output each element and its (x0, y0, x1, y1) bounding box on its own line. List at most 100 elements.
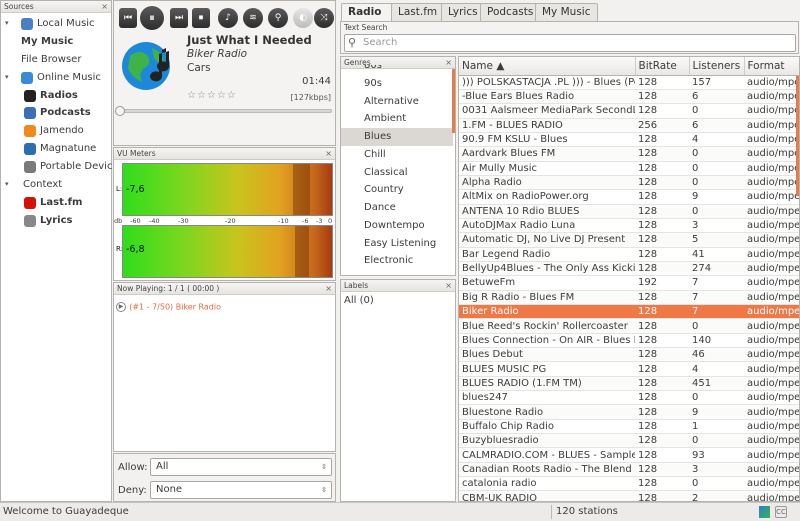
genre-item[interactable]: Classical (341, 164, 453, 182)
genres-scrollbar[interactable] (452, 69, 455, 133)
sidebar-item-my-music[interactable]: My Music (1, 33, 111, 51)
table-cell: audio/mpeg (744, 404, 799, 420)
table-row[interactable]: Buffalo Chip Radio1281audio/mpeg (459, 419, 799, 435)
table-row[interactable]: Blues Debut12846audio/mpeg (459, 347, 799, 363)
equalizer-button[interactable]: ≋ (243, 8, 263, 28)
table-row[interactable]: BellyUp4Blues - The Only Ass Kicking B12… (459, 261, 799, 277)
smart-play-button[interactable]: ♪ (218, 8, 238, 28)
genre-item[interactable]: Electronic (341, 252, 453, 270)
table-row[interactable]: Blue Reed's Rockin' Rollercoaster 128 0 aud… (459, 318, 799, 334)
table-row[interactable]: BetuweFm1927audio/mpeg (459, 275, 799, 291)
table-cell: 128 (635, 232, 689, 248)
table-row[interactable]: Aardvark Blues FM1280audio/mpeg (459, 146, 799, 162)
sidebar-item-file-browser[interactable]: File Browser (1, 51, 111, 69)
rating-stars[interactable]: ☆☆☆☆☆ (187, 90, 237, 101)
magnatune-icon (24, 143, 36, 156)
tab-lyrics[interactable]: Lyrics (441, 3, 485, 21)
next-track-button[interactable]: ⏭ (170, 8, 188, 28)
genre-item[interactable]: Dance (341, 199, 453, 217)
column-header[interactable]: Format (744, 57, 799, 76)
table-cell: 90.9 FM KSLU - Blues (459, 132, 635, 148)
table-row[interactable]: Bar Legend Radio12841audio/mpeg (459, 247, 799, 262)
table-row[interactable]: 90.9 FM KSLU - Blues1284audio/mpeg (459, 132, 799, 148)
sidebar-item-podcasts[interactable]: Podcasts (1, 104, 111, 122)
allow-combo[interactable]: All ⇳ (150, 458, 332, 476)
table-row[interactable]: blues2471280audio/mpeg (459, 390, 799, 406)
close-icon[interactable]: × (445, 280, 452, 292)
genre-item[interactable]: 80s (341, 65, 453, 75)
table-row[interactable]: catalonia radio1280audio/mpeg (459, 476, 799, 492)
text-search-title: Text Search (344, 23, 388, 32)
table-row[interactable]: 0031 Aalsmeer MediaPark SecondLife 128 0 au… (459, 103, 799, 119)
expander-arrow-icon[interactable]: ▾ (5, 176, 13, 194)
genre-item[interactable]: Easy Listening (341, 235, 453, 253)
seek-handle[interactable] (115, 106, 125, 116)
tab-label: Podcasts (487, 6, 534, 18)
table-row[interactable]: -Blue Ears Blues Radio1286audio/mpeg (459, 89, 799, 105)
table-row[interactable]: BLUES RADIO (1.FM TM)128451audio/mpeg (459, 376, 799, 392)
sidebar-item-radios[interactable]: Radios (1, 87, 111, 105)
tab-podcasts[interactable]: Podcasts (480, 3, 541, 21)
sidebar-item-jamendo[interactable]: Jamendo (1, 122, 111, 140)
close-icon[interactable]: × (325, 283, 332, 295)
column-header[interactable]: BitRate (635, 57, 690, 76)
stop-button[interactable]: ⏹ (192, 8, 210, 28)
sidebar-item-lyrics[interactable]: Lyrics (1, 212, 111, 230)
genre-item[interactable]: Downtempo (341, 217, 453, 235)
table-cell: audio/mpeg (744, 218, 799, 234)
table-row[interactable]: Canadian Roots Radio - The Blend 128 3 audi… (459, 462, 799, 478)
search-button[interactable]: ⚲ (268, 8, 288, 28)
playlist-item[interactable]: ▶ (#1 - 7/50) Biker Radio (116, 302, 221, 314)
sidebar-item-online-music[interactable]: ▾ Online Music (1, 69, 111, 87)
track-album[interactable]: Cars (187, 62, 211, 74)
stations-scrollbar[interactable] (796, 76, 799, 196)
table-row[interactable]: AutoDJMax Radio Luna1283audio/mpeg (459, 218, 799, 234)
table-row[interactable]: ))) POLSKASTACJA .PL ))) - Blues (Pols 12… (459, 75, 799, 90)
table-row[interactable]: CBM-UK RADIO1282audio/mpeg (459, 490, 799, 501)
deny-combo[interactable]: None ⇳ (150, 481, 332, 499)
label-item-all[interactable]: All (0) (341, 292, 455, 306)
table-row[interactable]: BLUES MUSIC PG1284audio/mpeg (459, 361, 799, 377)
genre-item[interactable]: Ambient (341, 110, 453, 128)
table-row[interactable]: Big R Radio - Blues FM1287audio/mpeg (459, 290, 799, 306)
table-row[interactable]: AltMix on RadioPower.org1289audio/mpeg (459, 189, 799, 205)
column-header[interactable]: Name ▲ (459, 57, 636, 76)
previous-track-button[interactable]: ⏮ (119, 8, 137, 28)
seek-slider[interactable] (115, 106, 332, 116)
sidebar-item-local-music[interactable]: ▾ Local Music (1, 15, 111, 33)
track-artist[interactable]: Biker Radio (187, 48, 247, 60)
close-icon[interactable]: × (325, 148, 332, 160)
pause-button[interactable]: ⏸ (140, 6, 164, 30)
table-row[interactable]: Automatic DJ, No Live DJ Present 128 5 audi… (459, 232, 799, 248)
table-row[interactable]: 1.FM - BLUES RADIO2566audio/mpeg (459, 118, 799, 133)
table-row[interactable]: ANTENA 10 Rdio BLUES1280audio/mpeg (459, 204, 799, 219)
table-cell: 0 (689, 175, 744, 191)
expander-arrow-icon[interactable]: ▾ (5, 15, 13, 33)
expander-arrow-icon[interactable]: ▾ (5, 69, 13, 87)
table-row[interactable]: CALMRADIO.COM - BLUES - Sampler 128 93 audi… (459, 447, 799, 463)
sidebar-item-magnatune[interactable]: Magnatune (1, 140, 111, 158)
table-row[interactable]: Blues Connection - On AIR - Blues Rock12… (459, 333, 799, 349)
search-input[interactable]: ⚲ Search (344, 34, 796, 52)
tab-my-music[interactable]: My Music (535, 3, 598, 21)
genre-item[interactable]: Country (341, 181, 453, 199)
genre-item[interactable]: Chill (341, 146, 453, 164)
tab-last-fm[interactable]: Last.fm (391, 3, 445, 21)
table-cell: -Blue Ears Blues Radio (459, 89, 635, 105)
shuffle-button[interactable]: ⤨ (314, 8, 334, 28)
genre-item[interactable]: Alternative (341, 93, 453, 111)
table-row[interactable]: Biker Radio1287audio/mpeg (459, 304, 799, 320)
column-header[interactable]: Listeners (689, 57, 745, 76)
table-row[interactable]: Bluestone Radio1289audio/mpeg (459, 404, 799, 420)
sidebar-item-portable-devices[interactable]: Portable Devices (1, 158, 124, 176)
close-icon[interactable]: × (101, 1, 108, 13)
genre-item[interactable]: 90s (341, 75, 453, 93)
table-cell: blues247 (459, 390, 635, 406)
table-row[interactable]: Buzybluesradio1280audio/mpeg (459, 433, 799, 449)
sidebar-item-context[interactable]: ▾ Context (1, 176, 111, 194)
table-row[interactable]: Air Mully Music1280audio/mpeg (459, 161, 799, 176)
love-button[interactable]: ◐ (293, 8, 313, 28)
table-row[interactable]: Alpha Radio1280audio/mpeg (459, 175, 799, 191)
genre-item[interactable]: Blues (341, 128, 453, 146)
sidebar-item-last-fm[interactable]: Last.fm (1, 194, 111, 212)
